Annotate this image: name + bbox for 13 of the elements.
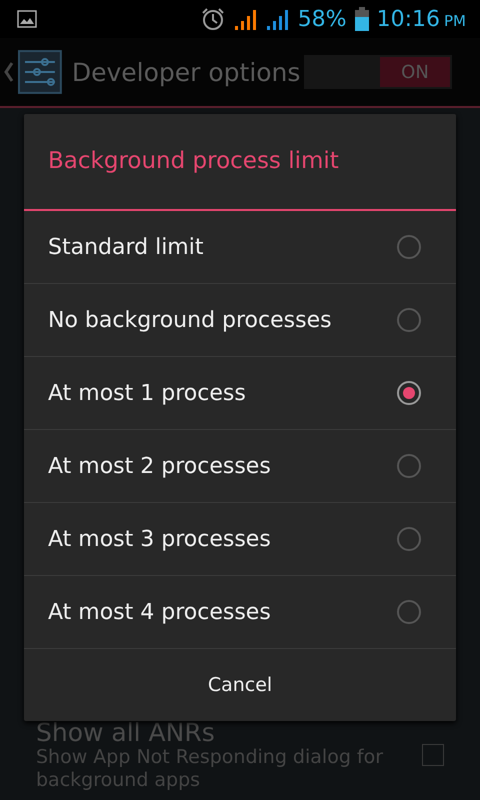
battery-percent: 58% — [298, 6, 347, 32]
radio-option[interactable]: At most 2 processes — [24, 430, 456, 503]
screen-title: Developer options — [72, 58, 300, 86]
radio-option[interactable]: At most 4 processes — [24, 576, 456, 649]
setting-title: Show all ANRs — [36, 718, 216, 746]
radio-option[interactable]: No background processes — [24, 284, 456, 357]
radio-option[interactable]: Standard limit — [24, 211, 456, 284]
radio-option[interactable]: At most 1 process — [24, 357, 456, 430]
clock-ampm: PM — [444, 12, 466, 30]
clock-time: 10:16 — [376, 6, 440, 32]
cancel-button[interactable]: Cancel — [24, 649, 456, 721]
dialog-title: Background process limit — [24, 114, 456, 211]
radio-option[interactable]: At most 3 processes — [24, 503, 456, 576]
